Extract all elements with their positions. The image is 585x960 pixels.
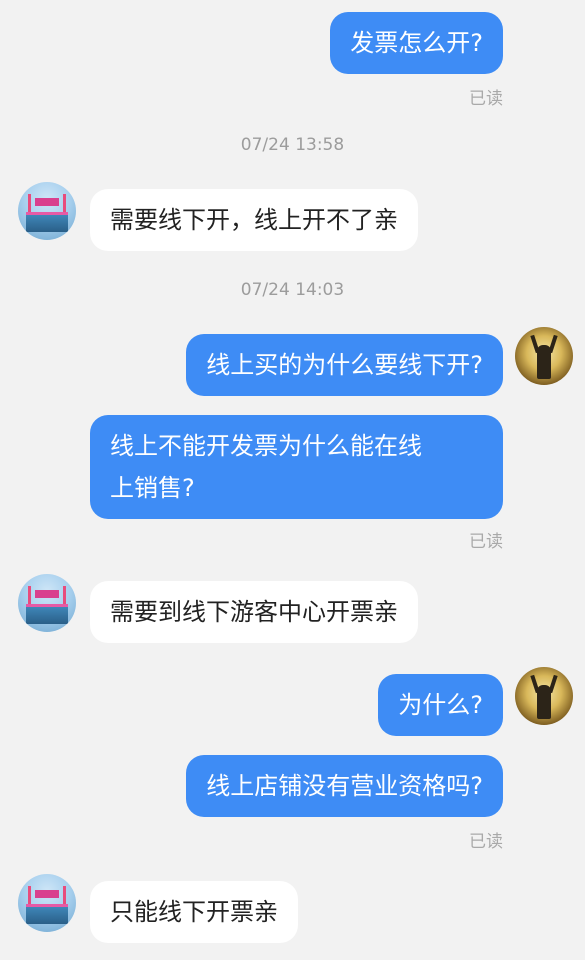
message-text: 线上店铺没有营业资格吗? [206, 772, 483, 800]
read-status: 已读 [469, 89, 503, 109]
building-icon [26, 212, 68, 232]
sign-icon [35, 198, 59, 206]
sign-icon [35, 890, 59, 898]
message-text: 发票怎么开? [350, 29, 483, 57]
read-status: 已读 [469, 832, 503, 852]
shop-avatar[interactable] [18, 574, 76, 632]
incoming-message[interactable]: 需要到线下游客中心开票亲 [90, 581, 418, 643]
message-text-line: 上销售? [110, 474, 195, 502]
outgoing-message[interactable]: 线上买的为什么要线下开? [186, 334, 503, 396]
outgoing-message[interactable]: 为什么? [378, 674, 503, 736]
flag-icon [63, 194, 66, 212]
timestamp: 07/24 13:58 [240, 135, 345, 155]
flag-icon [28, 886, 31, 904]
building-icon [26, 904, 68, 924]
flag-icon [28, 194, 31, 212]
user-avatar[interactable] [515, 327, 573, 385]
flag-icon [28, 586, 31, 604]
shop-avatar[interactable] [18, 874, 76, 932]
timestamp: 07/24 14:03 [240, 280, 345, 300]
shop-avatar[interactable] [18, 182, 76, 240]
read-status: 已读 [469, 532, 503, 552]
figure-icon [537, 685, 551, 719]
message-text: 只能线下开票亲 [110, 898, 278, 926]
figure-icon [537, 345, 551, 379]
incoming-message[interactable]: 需要线下开，线上开不了亲 [90, 189, 418, 251]
message-text: 需要线下开，线上开不了亲 [110, 206, 398, 234]
sign-icon [35, 590, 59, 598]
outgoing-message[interactable]: 发票怎么开? [330, 12, 503, 74]
incoming-message[interactable]: 只能线下开票亲 [90, 881, 298, 943]
outgoing-message[interactable]: 线上店铺没有营业资格吗? [186, 755, 503, 817]
building-icon [26, 604, 68, 624]
user-avatar[interactable] [515, 667, 573, 725]
flag-icon [63, 886, 66, 904]
message-text-line: 线上不能开发票为什么能在线 [110, 432, 422, 460]
message-text: 线上买的为什么要线下开? [206, 351, 483, 379]
message-text: 需要到线下游客中心开票亲 [110, 598, 398, 626]
flag-icon [63, 586, 66, 604]
message-text: 为什么? [398, 691, 483, 719]
outgoing-message[interactable]: 线上不能开发票为什么能在线 上销售? [90, 415, 503, 519]
